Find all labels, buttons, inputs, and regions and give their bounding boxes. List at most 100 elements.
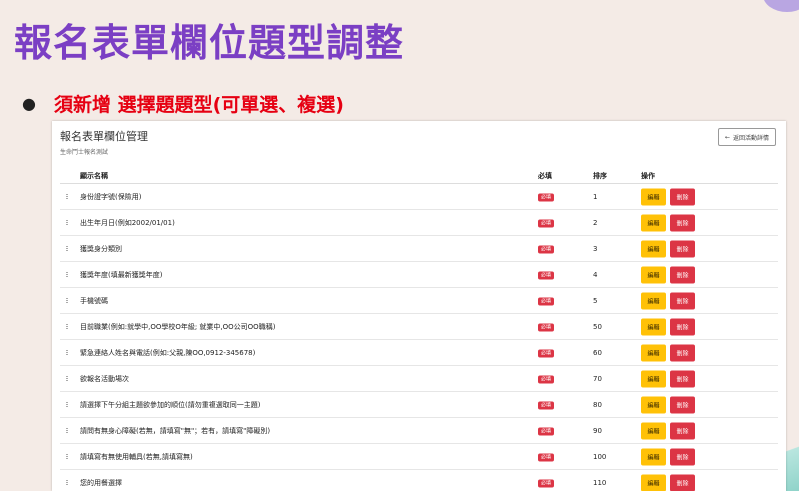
required-badge: 必填 xyxy=(538,297,555,305)
edit-button[interactable]: 編輯 xyxy=(641,396,666,413)
header-ops: 操作 xyxy=(641,172,655,180)
actions-cell: 編輯 刪除 xyxy=(641,396,695,413)
header-order: 排序 xyxy=(593,172,607,180)
drag-handle-icon[interactable] xyxy=(66,219,68,226)
table-row: 出生年月日(例如2002/01/01) 必填 2 編輯 刪除 xyxy=(60,210,778,236)
required-cell: 必填 xyxy=(538,270,555,279)
table-row: 請填寫有無使用輔具(若無,請填寫無) 必填 100 編輯 刪除 xyxy=(60,444,778,470)
field-name: 緊急連絡人姓名與電話(例如:父親,陳OO,0912-345678) xyxy=(80,348,256,357)
order-value: 3 xyxy=(593,244,598,253)
bullet-text: 須新增 選擇題題型(可單選、複選) xyxy=(53,94,344,116)
field-name: 獲獎身分類別 xyxy=(80,244,122,253)
drag-handle-icon[interactable] xyxy=(66,453,68,460)
order-value: 80 xyxy=(593,400,602,409)
delete-button[interactable]: 刪除 xyxy=(670,266,695,283)
actions-cell: 編輯 刪除 xyxy=(641,474,695,491)
field-name: 您的用餐選擇 xyxy=(80,478,122,487)
required-badge: 必填 xyxy=(538,323,555,331)
order-value: 4 xyxy=(593,270,598,279)
screenshot-panel: 報名表單欄位管理 生命鬥士報名測試 ← 返回活動詳情 顯示名稱 必填 排序 操作… xyxy=(52,121,786,491)
drag-handle-icon[interactable] xyxy=(66,427,68,434)
actions-cell: 編輯 刪除 xyxy=(641,448,695,465)
header-required: 必填 xyxy=(538,172,552,180)
field-name: 手機號碼 xyxy=(80,296,108,305)
required-badge: 必填 xyxy=(538,427,555,435)
edit-button[interactable]: 編輯 xyxy=(641,474,666,491)
actions-cell: 編輯 刪除 xyxy=(641,422,695,439)
actions-cell: 編輯 刪除 xyxy=(641,214,695,231)
order-value: 2 xyxy=(593,218,598,227)
decorative-circle xyxy=(763,0,799,12)
required-badge: 必填 xyxy=(538,479,555,487)
drag-handle-icon[interactable] xyxy=(66,375,68,382)
delete-button[interactable]: 刪除 xyxy=(670,448,695,465)
slide-title: 報名表單欄位題型調整 xyxy=(14,21,405,65)
required-cell: 必填 xyxy=(538,322,555,331)
drag-handle-icon[interactable] xyxy=(66,349,68,356)
delete-button[interactable]: 刪除 xyxy=(670,370,695,387)
drag-handle-icon[interactable] xyxy=(66,245,68,252)
actions-cell: 編輯 刪除 xyxy=(641,292,695,309)
delete-button[interactable]: 刪除 xyxy=(670,240,695,257)
delete-button[interactable]: 刪除 xyxy=(670,214,695,231)
table-row: 身份證字號(保險用) 必填 1 編輯 刪除 xyxy=(60,184,778,210)
drag-handle-icon[interactable] xyxy=(66,479,68,486)
drag-handle-icon[interactable] xyxy=(66,271,68,278)
edit-button[interactable]: 編輯 xyxy=(641,266,666,283)
required-badge: 必填 xyxy=(538,401,555,409)
actions-cell: 編輯 刪除 xyxy=(641,188,695,205)
field-name: 身份證字號(保險用) xyxy=(80,192,142,201)
edit-button[interactable]: 編輯 xyxy=(641,292,666,309)
required-badge: 必填 xyxy=(538,349,555,357)
delete-button[interactable]: 刪除 xyxy=(670,292,695,309)
edit-button[interactable]: 編輯 xyxy=(641,240,666,257)
edit-button[interactable]: 編輯 xyxy=(641,370,666,387)
field-name: 獲獎年度(填最新獲獎年度) xyxy=(80,270,163,279)
edit-button[interactable]: 編輯 xyxy=(641,318,666,335)
panel-subtitle: 生命鬥士報名測試 xyxy=(60,149,109,156)
back-button-label: 返回活動詳情 xyxy=(732,134,769,142)
required-cell: 必填 xyxy=(538,244,555,253)
edit-button[interactable]: 編輯 xyxy=(641,214,666,231)
edit-button[interactable]: 編輯 xyxy=(641,344,666,361)
fields-table: 顯示名稱 必填 排序 操作 身份證字號(保險用) 必填 1 編輯 刪除 出生年月日(例如2… xyxy=(60,169,778,491)
order-value: 90 xyxy=(593,426,602,435)
drag-handle-icon[interactable] xyxy=(66,401,68,408)
bullet-dot-icon: ● xyxy=(22,94,36,113)
order-value: 100 xyxy=(593,452,607,461)
table-row: 您的用餐選擇 必填 110 編輯 刪除 xyxy=(60,470,778,491)
delete-button[interactable]: 刪除 xyxy=(670,344,695,361)
required-cell: 必填 xyxy=(538,192,555,201)
required-cell: 必填 xyxy=(538,374,555,383)
required-cell: 必填 xyxy=(538,348,555,357)
drag-handle-icon[interactable] xyxy=(66,193,68,200)
drag-handle-icon[interactable] xyxy=(66,323,68,330)
order-value: 60 xyxy=(593,348,602,357)
delete-button[interactable]: 刪除 xyxy=(670,396,695,413)
back-to-event-button[interactable]: ← 返回活動詳情 xyxy=(717,128,776,146)
delete-button[interactable]: 刪除 xyxy=(670,318,695,335)
order-value: 1 xyxy=(593,192,598,201)
required-cell: 必填 xyxy=(538,478,555,487)
field-name: 請選擇下午分組主題欲參加的順位(請勿重複選取同一主題) xyxy=(80,400,261,409)
edit-button[interactable]: 編輯 xyxy=(641,188,666,205)
edit-button[interactable]: 編輯 xyxy=(641,448,666,465)
delete-button[interactable]: 刪除 xyxy=(670,188,695,205)
table-body: 身份證字號(保險用) 必填 1 編輯 刪除 出生年月日(例如2002/01/01) 必填 2 編… xyxy=(60,184,778,491)
required-badge: 必填 xyxy=(538,219,555,227)
drag-handle-icon[interactable] xyxy=(66,297,68,304)
actions-cell: 編輯 刪除 xyxy=(641,370,695,387)
table-row: 請問有無身心障礙(若無，請填寫"無"；若有，請填寫"障礙別) 必填 90 編輯 刪除 xyxy=(60,418,778,444)
table-row: 請選擇下午分組主題欲參加的順位(請勿重複選取同一主題) 必填 80 編輯 刪除 xyxy=(60,392,778,418)
panel-title: 報名表單欄位管理 xyxy=(60,130,148,143)
order-value: 70 xyxy=(593,374,602,383)
required-badge: 必填 xyxy=(538,193,555,201)
required-cell: 必填 xyxy=(538,452,555,461)
required-cell: 必填 xyxy=(538,218,555,227)
delete-button[interactable]: 刪除 xyxy=(670,422,695,439)
required-cell: 必填 xyxy=(538,400,555,409)
delete-button[interactable]: 刪除 xyxy=(670,474,695,491)
field-name: 請問有無身心障礙(若無，請填寫"無"；若有，請填寫"障礙別) xyxy=(80,426,271,435)
order-value: 110 xyxy=(593,478,607,487)
edit-button[interactable]: 編輯 xyxy=(641,422,666,439)
